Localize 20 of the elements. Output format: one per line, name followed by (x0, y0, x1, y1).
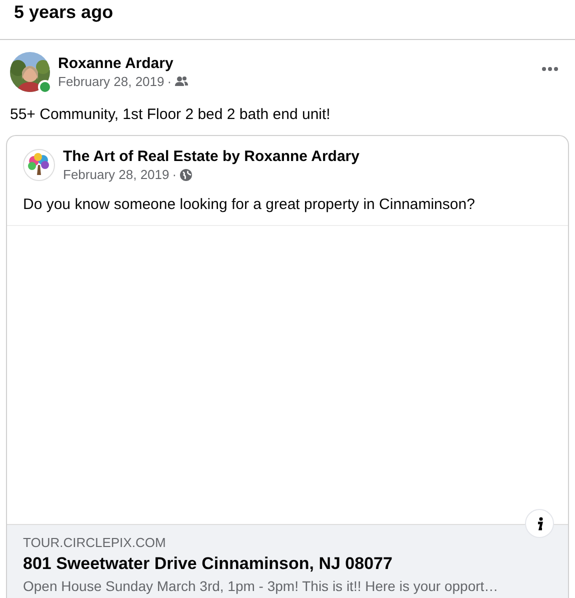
info-button[interactable] (525, 509, 554, 538)
section-title: 5 years ago (14, 2, 114, 23)
link-title[interactable]: 801 Sweetwater Drive Cinnaminson, NJ 08077 (23, 554, 552, 574)
info-icon (536, 516, 544, 530)
globe-icon (180, 168, 192, 180)
more-options-icon[interactable] (541, 66, 559, 72)
author-name[interactable]: Roxanne Ardary (58, 55, 533, 72)
page-avatar[interactable] (23, 149, 55, 181)
friends-icon (174, 76, 188, 87)
separator-dot: · (172, 167, 177, 182)
profile-avatar[interactable] (10, 52, 50, 92)
shared-post-text: Do you know someone looking for a great property in Cinnaminson? (7, 182, 568, 226)
link-description: Open House Sunday March 3rd, 1pm - 3pm! This is it!! Here is your opport… (23, 578, 500, 594)
separator-dot: · (167, 74, 172, 89)
post-date[interactable]: February 28, 2019 (58, 74, 164, 89)
post-text: 55+ Community, 1st Floor 2 bed 2 bath end unit! (10, 106, 332, 123)
page-name[interactable]: The Art of Real Estate by Roxanne Ardary (63, 148, 552, 165)
link-preview[interactable]: TOUR.CIRCLEPIX.COM 801 Sweetwater Drive Cinnaminson, NJ 08077 Open House Sunday March 3rd, 1pm - 3pm! This is it!! Here is your opport… (7, 524, 568, 598)
link-domain: TOUR.CIRCLEPIX.COM (23, 535, 167, 550)
post-date[interactable]: February 28, 2019 (63, 167, 170, 182)
